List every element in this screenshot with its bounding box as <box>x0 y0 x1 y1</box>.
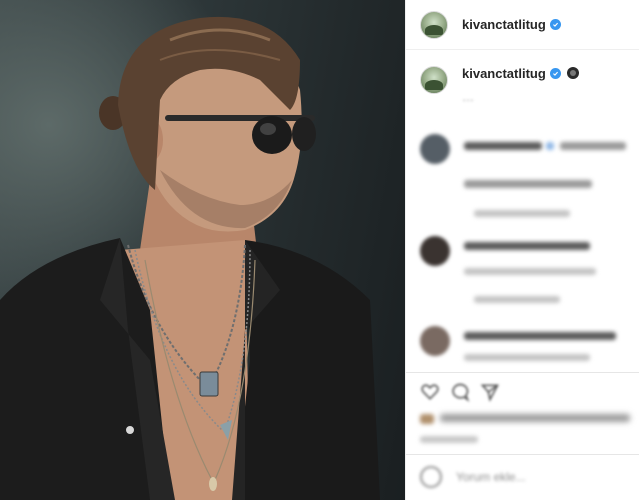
comment-avatar[interactable] <box>420 134 450 164</box>
portrait-illustration <box>0 16 380 500</box>
caption-username[interactable]: kivanctatlitug <box>462 66 546 81</box>
comment-avatar[interactable] <box>420 236 450 266</box>
verified-icon <box>549 67 561 79</box>
verified-icon <box>549 19 561 30</box>
add-comment-row[interactable]: Yorum ekle... <box>420 466 526 488</box>
divider <box>406 372 639 373</box>
caption: kivanctatlitug … <box>406 50 639 116</box>
emoji-icon[interactable] <box>420 466 442 488</box>
post-side-panel: kivanctatlitug kivanctatlitug … Yorum ek… <box>405 0 639 500</box>
caption-avatar[interactable] <box>420 66 448 94</box>
author-avatar[interactable] <box>420 10 448 39</box>
divider <box>406 454 639 455</box>
emoji-badge-icon <box>566 67 579 79</box>
comment-avatar[interactable] <box>420 326 450 356</box>
post-timestamp <box>420 436 478 443</box>
heart-icon[interactable] <box>420 382 440 402</box>
share-icon[interactable] <box>480 382 500 402</box>
comment-icon[interactable] <box>450 382 470 402</box>
comment-input[interactable]: Yorum ekle... <box>456 470 526 484</box>
post-photo[interactable] <box>0 0 405 500</box>
author-username[interactable]: kivanctatlitug <box>462 17 546 32</box>
post-header: kivanctatlitug <box>406 0 639 50</box>
action-bar <box>420 382 500 402</box>
caption-text: … <box>462 90 474 104</box>
likes-summary[interactable] <box>420 412 630 424</box>
